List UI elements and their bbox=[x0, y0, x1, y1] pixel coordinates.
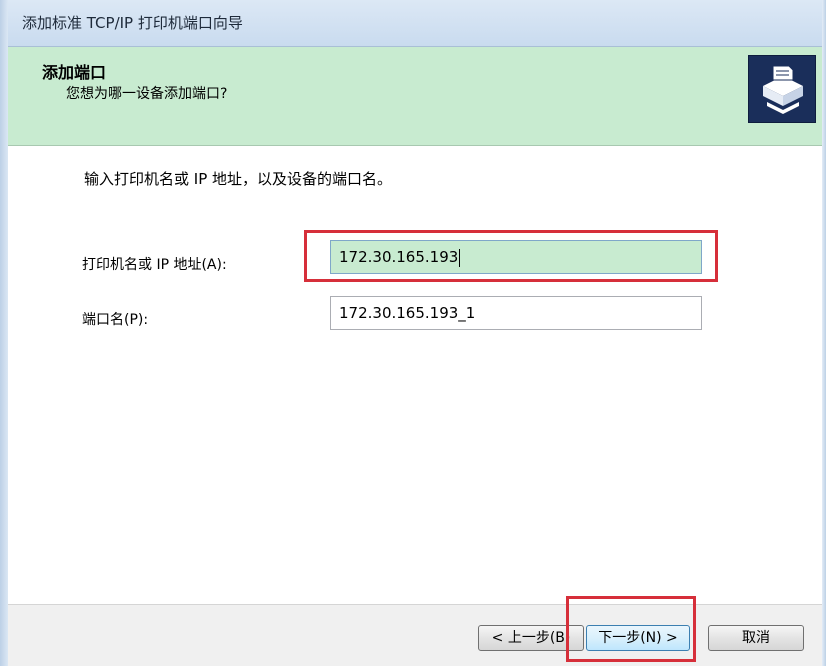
next-button-highlight bbox=[566, 596, 696, 662]
title-bar[interactable]: 添加标准 TCP/IP 打印机端口向导 bbox=[8, 0, 822, 47]
instruction-text: 输入打印机名或 IP 地址，以及设备的端口名。 bbox=[84, 170, 393, 188]
wizard-window: 添加标准 TCP/IP 打印机端口向导 添加端口 您想为哪一设备添加端口? 输入… bbox=[0, 0, 826, 666]
printer-port-icon bbox=[748, 55, 816, 123]
port-name-value: 172.30.165.193_1 bbox=[339, 304, 476, 322]
window-title: 添加标准 TCP/IP 打印机端口向导 bbox=[22, 14, 243, 32]
header-title: 添加端口 bbox=[42, 63, 107, 82]
wizard-content: 输入打印机名或 IP 地址，以及设备的端口名。 打印机名或 IP 地址(A): … bbox=[8, 146, 822, 604]
cancel-button[interactable]: 取消 bbox=[708, 625, 804, 651]
header-subtitle: 您想为哪一设备添加端口? bbox=[66, 86, 228, 102]
port-name-input[interactable]: 172.30.165.193_1 bbox=[330, 296, 702, 330]
wizard-footer: < 上一步(B) 下一步(N) > 取消 bbox=[8, 604, 822, 666]
port-field-label: 端口名(P): bbox=[82, 312, 149, 328]
wizard-header: 添加端口 您想为哪一设备添加端口? bbox=[8, 47, 822, 146]
host-input-highlight bbox=[304, 230, 718, 282]
host-field-label: 打印机名或 IP 地址(A): bbox=[82, 257, 227, 273]
printer-icon-graphic bbox=[763, 65, 803, 114]
